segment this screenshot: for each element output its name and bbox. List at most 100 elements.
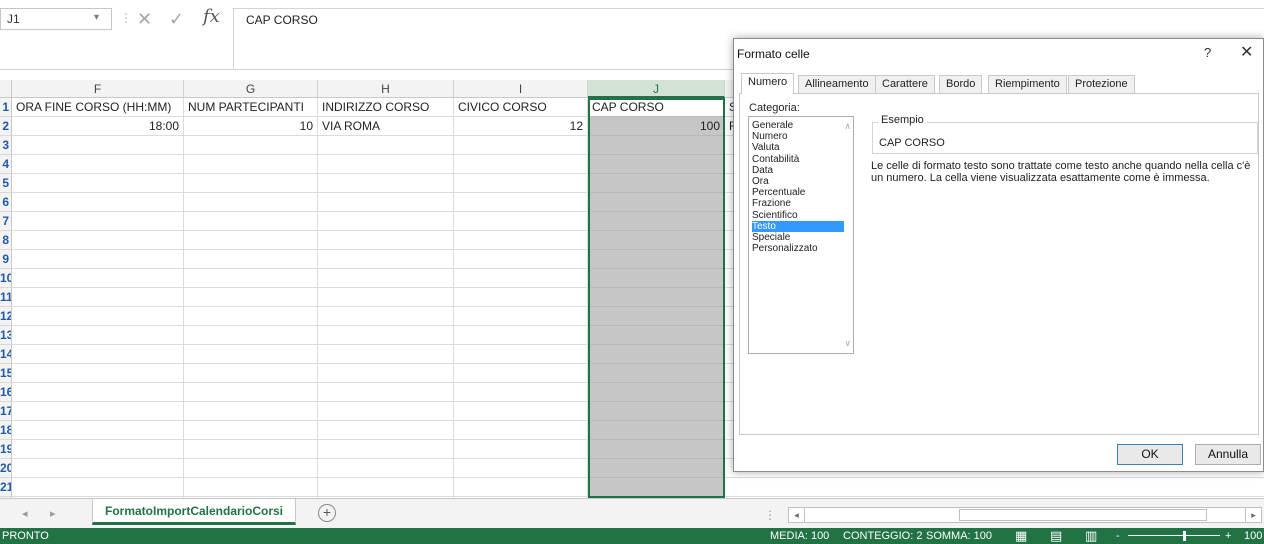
grid-cell[interactable] bbox=[454, 288, 588, 307]
page-layout-view-icon[interactable]: ▤ bbox=[1050, 528, 1062, 544]
grid-cell[interactable]: 12 bbox=[454, 117, 588, 136]
category-item[interactable]: Scientifico bbox=[752, 210, 844, 221]
grid-cell[interactable]: VIA ROMA bbox=[318, 117, 454, 136]
row-header[interactable]: 18 bbox=[0, 421, 12, 440]
zoom-slider[interactable] bbox=[1128, 535, 1220, 536]
grid-cell[interactable] bbox=[318, 421, 454, 440]
grid-cell[interactable] bbox=[184, 269, 318, 288]
confirm-entry-icon[interactable]: ✓ bbox=[169, 8, 184, 30]
grid-cell[interactable] bbox=[318, 326, 454, 345]
grid-cell[interactable] bbox=[588, 250, 725, 269]
grid-cell[interactable] bbox=[184, 440, 318, 459]
grid-cell[interactable] bbox=[318, 174, 454, 193]
add-sheet-icon[interactable]: + bbox=[318, 504, 336, 522]
row-header[interactable]: 5 bbox=[0, 174, 12, 193]
grid-cell[interactable] bbox=[318, 364, 454, 383]
grid-cell[interactable] bbox=[588, 174, 725, 193]
row-header[interactable]: 7 bbox=[0, 212, 12, 231]
grid-cell[interactable] bbox=[588, 402, 725, 421]
page-break-view-icon[interactable]: ▥ bbox=[1085, 528, 1097, 544]
list-scroll-down-icon[interactable]: ∨ bbox=[844, 338, 851, 349]
grid-cell[interactable]: INDIRIZZO CORSO bbox=[318, 98, 454, 117]
row-header[interactable]: 9 bbox=[0, 250, 12, 269]
scroll-split-handle-icon[interactable]: ⋮ bbox=[764, 508, 776, 522]
select-all-corner[interactable] bbox=[0, 80, 12, 98]
column-header-i[interactable]: I bbox=[454, 80, 588, 98]
grid-cell[interactable] bbox=[588, 440, 725, 459]
zoom-out-icon[interactable]: - bbox=[1116, 528, 1120, 544]
grid-cell[interactable] bbox=[318, 155, 454, 174]
column-header-h[interactable]: H bbox=[318, 80, 454, 98]
grid-cell[interactable]: CIVICO CORSO bbox=[454, 98, 588, 117]
grid-cell[interactable] bbox=[318, 193, 454, 212]
grid-cell[interactable] bbox=[12, 421, 184, 440]
list-scroll-up-icon[interactable]: ∧ bbox=[844, 121, 851, 132]
row-header[interactable]: 13 bbox=[0, 326, 12, 345]
sheet-prev-icon[interactable]: ◂ bbox=[22, 507, 28, 520]
category-item[interactable]: Numero bbox=[752, 131, 844, 142]
grid-cell[interactable] bbox=[318, 345, 454, 364]
grid-cell[interactable] bbox=[454, 364, 588, 383]
grid-cell[interactable] bbox=[184, 193, 318, 212]
grid-cell[interactable] bbox=[725, 478, 1264, 497]
grid-cell[interactable] bbox=[184, 326, 318, 345]
grid-cell[interactable] bbox=[318, 307, 454, 326]
row-header[interactable]: 2 bbox=[0, 117, 12, 136]
grid-cell[interactable] bbox=[454, 136, 588, 155]
grid-cell[interactable] bbox=[588, 307, 725, 326]
category-item[interactable]: Percentuale bbox=[752, 187, 844, 198]
grid-cell[interactable] bbox=[588, 269, 725, 288]
grid-cell[interactable] bbox=[588, 288, 725, 307]
grid-cell[interactable] bbox=[184, 250, 318, 269]
category-item[interactable]: Speciale bbox=[752, 232, 844, 243]
help-icon[interactable]: ? bbox=[1204, 45, 1211, 60]
grid-cell[interactable] bbox=[588, 193, 725, 212]
cancel-button[interactable]: Annulla bbox=[1195, 444, 1261, 465]
grid-cell[interactable] bbox=[588, 478, 725, 497]
grid-cell[interactable] bbox=[588, 326, 725, 345]
insert-function-icon[interactable]: fx bbox=[203, 6, 220, 27]
grid-cell[interactable] bbox=[184, 174, 318, 193]
grid-cell[interactable] bbox=[454, 231, 588, 250]
grid-cell[interactable] bbox=[12, 288, 184, 307]
category-item[interactable]: Frazione bbox=[752, 198, 844, 209]
grid-cell[interactable] bbox=[12, 307, 184, 326]
grid-cell[interactable] bbox=[588, 459, 725, 478]
grid-cell[interactable] bbox=[454, 269, 588, 288]
category-item[interactable]: Data bbox=[752, 165, 844, 176]
row-header[interactable]: 20 bbox=[0, 459, 12, 478]
tab-protezione[interactable]: Protezione bbox=[1068, 75, 1135, 93]
sheet-tab-formatoimportcalendariocorsi[interactable]: FormatoImportCalendarioCorsi bbox=[92, 499, 296, 525]
grid-cell[interactable] bbox=[318, 231, 454, 250]
grid-cell[interactable] bbox=[318, 212, 454, 231]
grid-cell[interactable] bbox=[184, 231, 318, 250]
grid-cell[interactable] bbox=[184, 136, 318, 155]
grid-cell[interactable] bbox=[184, 383, 318, 402]
scroll-left-icon[interactable]: ◂ bbox=[789, 508, 805, 522]
category-item[interactable]: Valuta bbox=[752, 142, 844, 153]
grid-cell[interactable] bbox=[12, 174, 184, 193]
grid-cell[interactable] bbox=[454, 212, 588, 231]
grid-cell[interactable] bbox=[12, 231, 184, 250]
row-header[interactable]: 17 bbox=[0, 402, 12, 421]
grid-cell[interactable] bbox=[184, 212, 318, 231]
category-item[interactable]: Ora bbox=[752, 176, 844, 187]
grid-cell[interactable] bbox=[184, 459, 318, 478]
scroll-thumb[interactable] bbox=[959, 509, 1207, 521]
ok-button[interactable]: OK bbox=[1117, 444, 1183, 465]
column-header-f[interactable]: F bbox=[12, 80, 184, 98]
grid-cell[interactable] bbox=[12, 193, 184, 212]
close-icon[interactable]: ✕ bbox=[1240, 42, 1253, 62]
grid-cell[interactable] bbox=[588, 155, 725, 174]
grid-cell[interactable] bbox=[12, 136, 184, 155]
tab-carattere[interactable]: Carattere bbox=[875, 75, 935, 93]
grid-cell[interactable] bbox=[184, 307, 318, 326]
grid-cell[interactable] bbox=[12, 383, 184, 402]
grid-cell[interactable] bbox=[454, 421, 588, 440]
grid-cell[interactable]: 100 bbox=[588, 117, 725, 136]
grid-cell[interactable] bbox=[318, 459, 454, 478]
grid-cell[interactable] bbox=[454, 174, 588, 193]
grid-cell[interactable] bbox=[12, 212, 184, 231]
scroll-right-icon[interactable]: ▸ bbox=[1245, 508, 1261, 522]
grid-cell[interactable] bbox=[184, 288, 318, 307]
